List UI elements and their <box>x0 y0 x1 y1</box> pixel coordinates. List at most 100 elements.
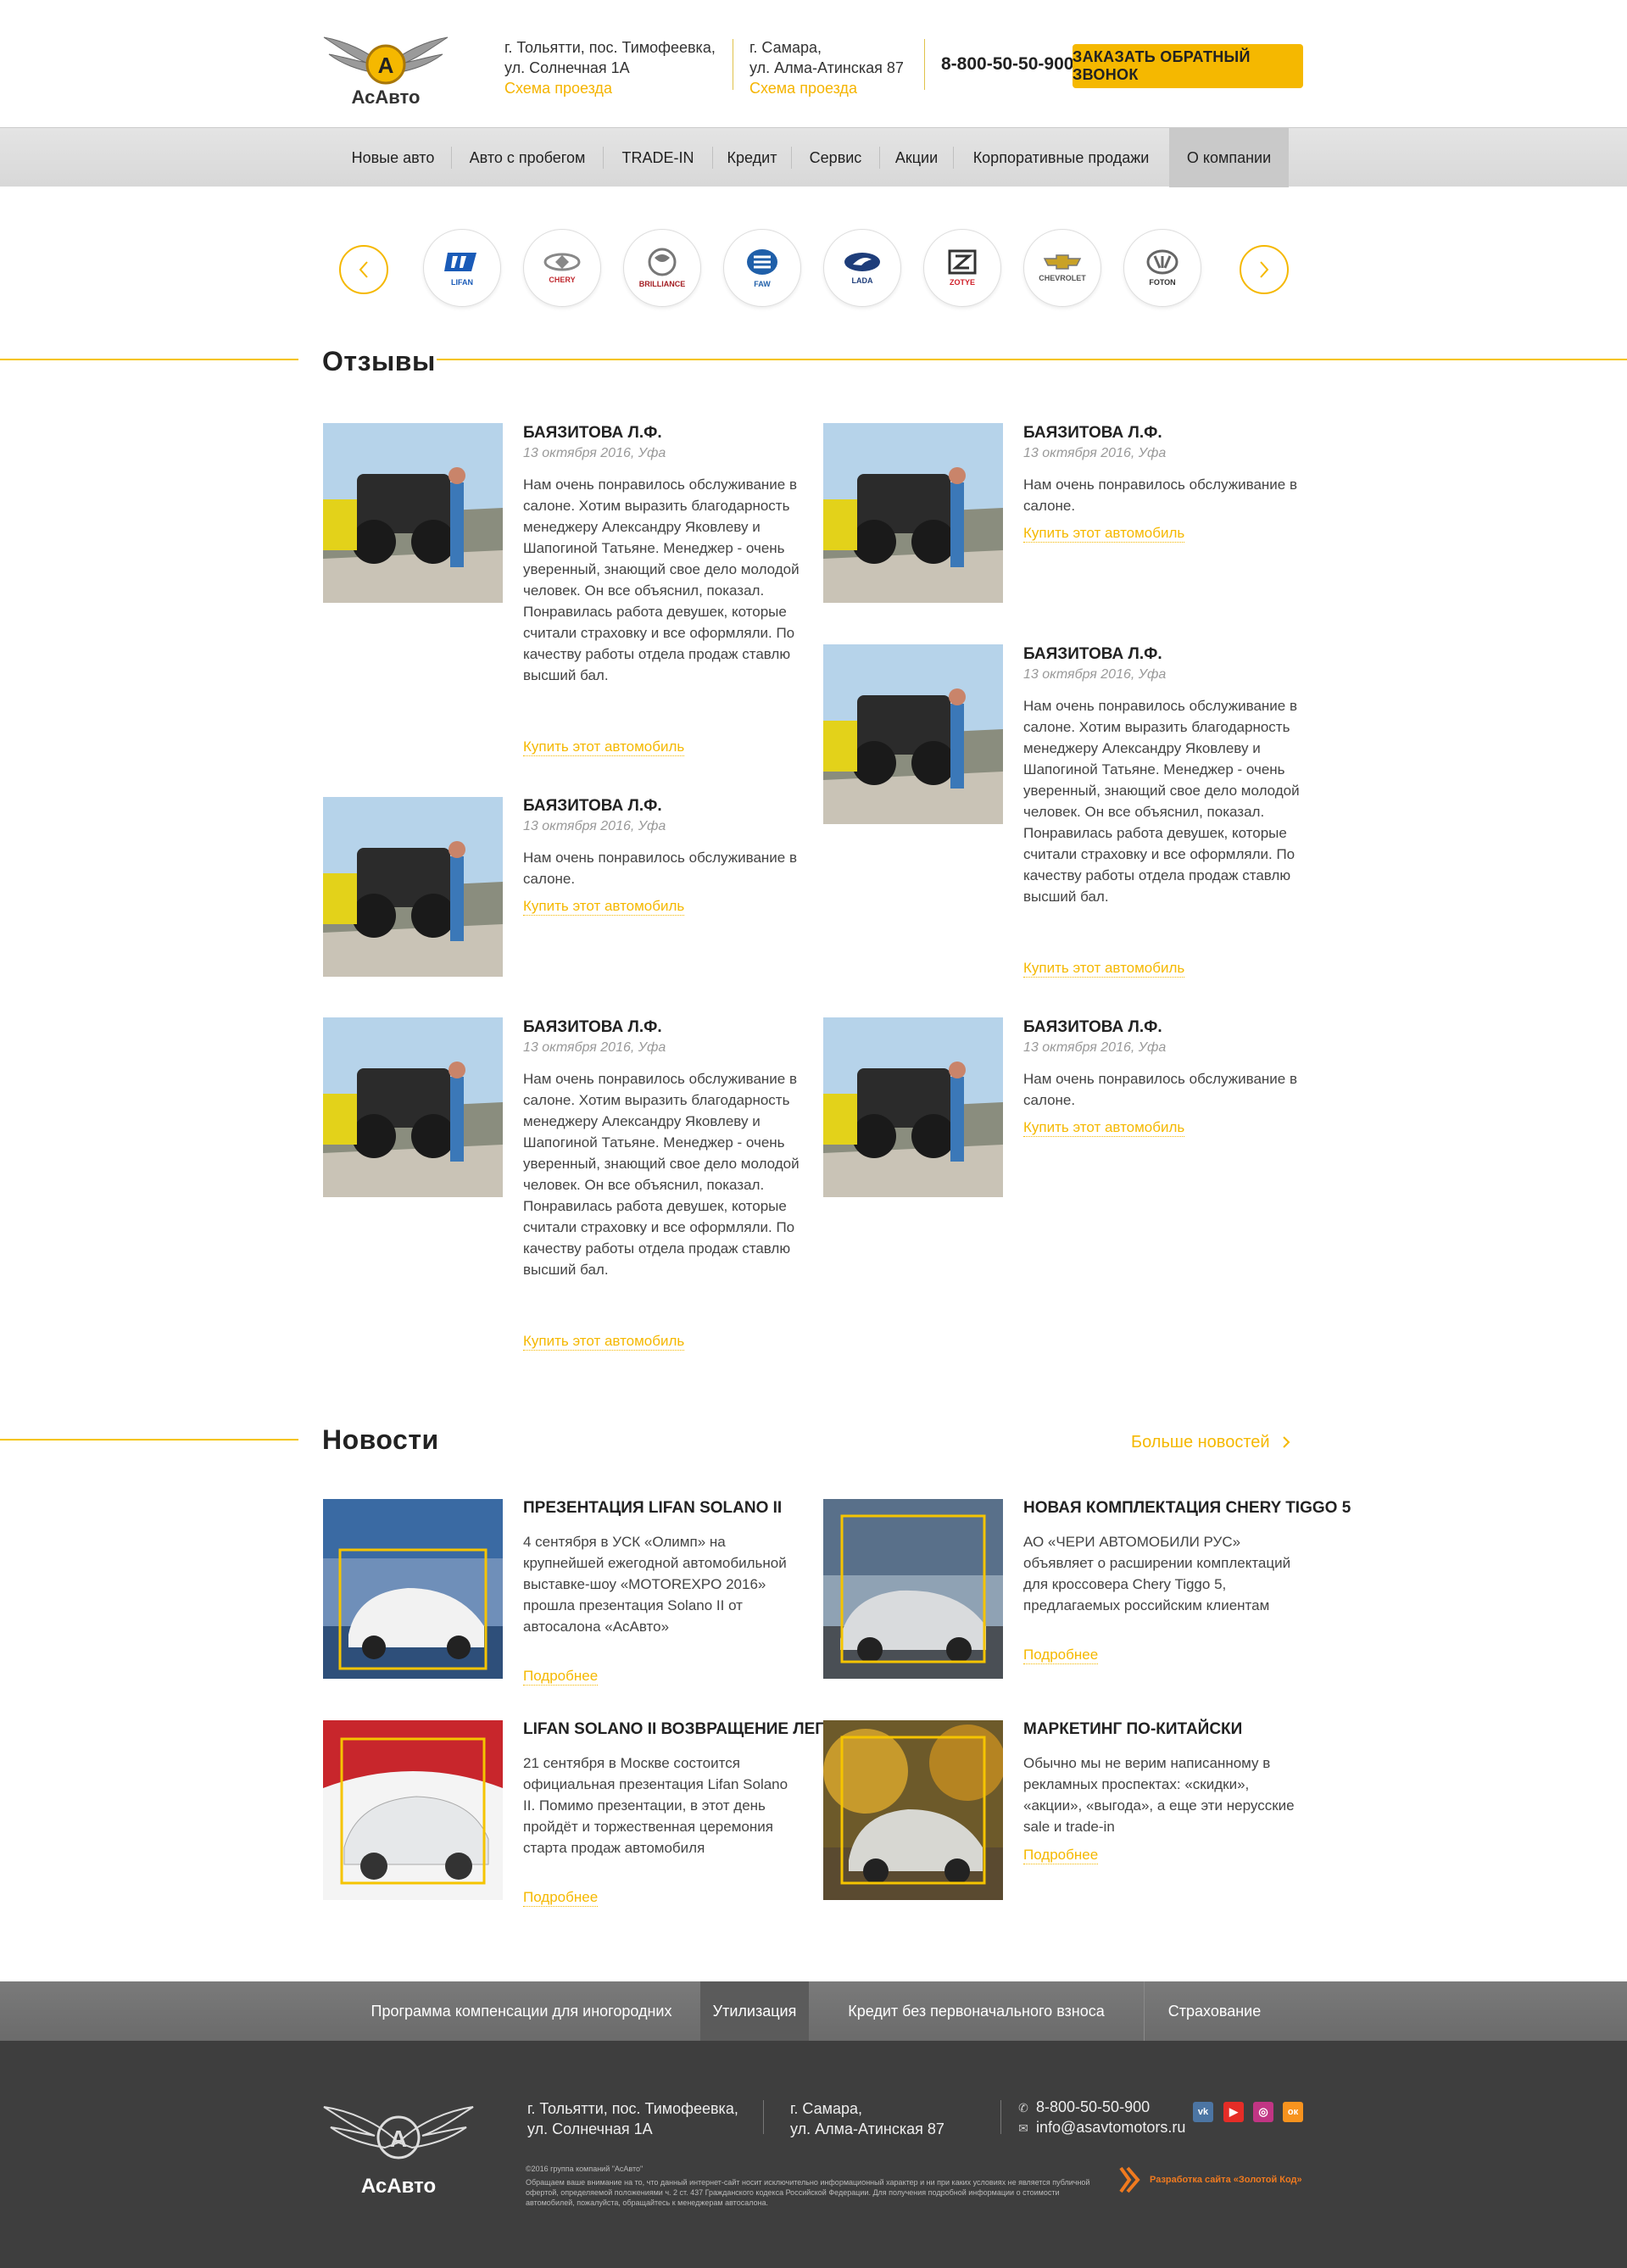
review-text: Нам очень понравилось обслуживание в сал… <box>1023 698 1300 905</box>
footer-logo-text: АсАвто <box>360 2175 437 2198</box>
logo-text: АсАвто <box>351 86 421 108</box>
carousel-next-button[interactable] <box>1240 245 1289 294</box>
brand-zotye[interactable]: Zotye <box>923 229 1001 307</box>
read-more-link[interactable]: Подробнее <box>523 1668 599 1686</box>
news-photo <box>323 1499 503 1679</box>
chevron-right-icon <box>1283 1436 1290 1448</box>
read-more-link[interactable]: Подробнее <box>1023 1647 1099 1664</box>
address-line: ул. Алма-Атинская 87 <box>749 59 904 76</box>
nav-item-new-cars[interactable]: Новые авто <box>335 128 451 187</box>
footer-logo[interactable]: A АсАвто <box>322 2104 475 2205</box>
developer-credit[interactable]: Разработка сайта «Золотой Код» <box>1117 2165 1302 2195</box>
address-togliatti: г. Тольятти, пос. Тимофеевка, ул. Солнеч… <box>504 37 716 98</box>
brand-name: Foton <box>1149 278 1176 287</box>
footer-divider <box>763 2100 764 2134</box>
route-link[interactable]: Схема проезда <box>749 78 904 98</box>
odnoklassniki-icon[interactable]: ок <box>1283 2102 1303 2122</box>
vk-icon[interactable]: vk <box>1193 2102 1213 2122</box>
nav-item-service[interactable]: Сервис <box>792 128 879 187</box>
brand-name: FAW <box>754 280 771 288</box>
footer-divider <box>1000 2100 1001 2134</box>
svg-text:A: A <box>378 53 394 78</box>
review-date: 13 октября 2016, Уфа <box>1023 446 1167 460</box>
news-text: 21 сентября в Москве состоится официальн… <box>523 1755 788 1856</box>
nav-item-used-cars[interactable]: Авто с пробегом <box>452 128 603 187</box>
header-phone[interactable]: 8-800-50-50-900 <box>941 54 1073 75</box>
buy-car-link[interactable]: Купить этот автомобиль <box>523 898 685 916</box>
brands-carousel: Lifan Chery Brilliance FAW Lada Zotye Ch… <box>0 229 1627 314</box>
site-header: A АсАвто г. Тольятти, пос. Тимофеевка, у… <box>0 0 1627 127</box>
news-headline[interactable]: Новая комплектация Chery Tiggo 5 <box>1023 1499 1351 1518</box>
nav-item-trade-in[interactable]: TRADE-IN <box>604 128 712 187</box>
footer-phone[interactable]: ✆ 8-800-50-50-900 <box>1017 2098 1150 2116</box>
review-date: 13 октября 2016, Уфа <box>523 446 666 460</box>
address-line: ул. Солнечная 1А <box>504 59 630 76</box>
review-text: Нам очень понравилось обслуживание в сал… <box>1023 476 1297 514</box>
review-photo <box>823 423 1003 603</box>
review-photo <box>823 644 1003 824</box>
footer-email-text: info@asavtomotors.ru <box>1036 2119 1186 2136</box>
read-more-link[interactable]: Подробнее <box>1023 1847 1099 1864</box>
bottom-nav-item-insurance[interactable]: Страхование <box>1145 1981 1284 2041</box>
footer-address-togliatti: г. Тольятти, пос. Тимофеевка, ул. Солнеч… <box>527 2098 738 2139</box>
more-news-link[interactable]: Больше новостей <box>1131 1433 1291 1452</box>
news-photo <box>823 1499 1003 1679</box>
site-footer: A АсАвто г. Тольятти, пос. Тимофеевка, у… <box>0 2041 1627 2268</box>
chery-logo-icon <box>543 253 581 271</box>
brand-foton[interactable]: Foton <box>1123 229 1201 307</box>
review-author: Баязитова Л.Ф. <box>1023 1018 1162 1036</box>
brand-chery[interactable]: Chery <box>523 229 601 307</box>
divider <box>924 39 925 90</box>
nav-item-corporate[interactable]: Корпоративные продажи <box>954 128 1168 187</box>
reviews-title: Отзывы <box>322 346 436 376</box>
foton-logo-icon <box>1146 249 1178 275</box>
brand-chevrolet[interactable]: Chevrolet <box>1023 229 1101 307</box>
nav-item-credit[interactable]: Кредит <box>713 128 791 187</box>
more-news-label: Больше новостей <box>1131 1433 1270 1452</box>
review-text: Нам очень понравилось обслуживание в сал… <box>523 476 800 683</box>
route-link[interactable]: Схема проезда <box>504 78 716 98</box>
instagram-icon[interactable]: ◎ <box>1253 2102 1273 2122</box>
zotye-logo-icon <box>948 249 977 275</box>
address-line: ул. Алма-Атинская 87 <box>790 2120 944 2137</box>
news-text: 4 сентября в УСК «Олимп» на крупнейшей е… <box>523 1534 787 1635</box>
lifan-logo-icon <box>444 253 476 271</box>
bottom-nav-item-recycling[interactable]: Утилизация <box>700 1981 809 2041</box>
address-line: г. Самара, <box>749 39 822 56</box>
bottom-nav-item-compensation[interactable]: Программа компенсации для иногородних <box>343 1981 699 2041</box>
section-line <box>0 1439 298 1440</box>
read-more-link[interactable]: Подробнее <box>523 1889 599 1907</box>
disclaimer: Обращаем ваше внимание на то, что данный… <box>526 2178 1090 2207</box>
brand-brilliance[interactable]: Brilliance <box>623 229 701 307</box>
brand-name: Chery <box>549 276 576 284</box>
brand-name: Lada <box>851 276 873 285</box>
nav-item-about[interactable]: О компании <box>1169 128 1289 187</box>
brand-lada[interactable]: Lada <box>823 229 901 307</box>
news-headline[interactable]: Маркетинг по-китайски <box>1023 1720 1242 1739</box>
brand-faw[interactable]: FAW <box>723 229 801 307</box>
callback-button[interactable]: Заказать обратный звонок <box>1073 44 1303 88</box>
news-text: Обычно мы не верим написанному в рекламн… <box>1023 1755 1295 1835</box>
bottom-nav-item-credit[interactable]: Кредит без первоначального взноса <box>810 1981 1143 2041</box>
brand-lifan[interactable]: Lifan <box>423 229 501 307</box>
copyright: ©2016 группа компаний "АсАвто" <box>526 2165 644 2173</box>
address-line: г. Самара, <box>790 2100 862 2117</box>
review-photo <box>323 797 503 977</box>
buy-car-link[interactable]: Купить этот автомобиль <box>1023 960 1185 978</box>
buy-car-link[interactable]: Купить этот автомобиль <box>1023 1119 1185 1137</box>
section-line <box>437 359 1627 360</box>
buy-car-link[interactable]: Купить этот автомобиль <box>523 738 685 756</box>
site-logo[interactable]: A АсАвто <box>322 34 449 110</box>
footer-email[interactable]: ✉ info@asavtomotors.ru <box>1017 2119 1185 2137</box>
mail-icon: ✉ <box>1018 2121 1028 2135</box>
buy-car-link[interactable]: Купить этот автомобиль <box>523 1333 685 1351</box>
news-text: АО «ЧЕРИ АВТОМОБИЛИ РУС» объявляет о рас… <box>1023 1534 1291 1613</box>
logo-wings-icon: A <box>323 36 449 85</box>
buy-car-link[interactable]: Купить этот автомобиль <box>1023 525 1185 543</box>
youtube-icon[interactable]: ▶ <box>1223 2102 1244 2122</box>
review-author: Баязитова Л.Ф. <box>523 797 662 815</box>
nav-item-promo[interactable]: Акции <box>880 128 953 187</box>
news-headline[interactable]: Презентация Lifan Solano II <box>523 1499 782 1518</box>
brand-name: Brilliance <box>638 280 686 288</box>
carousel-prev-button[interactable] <box>339 245 388 294</box>
